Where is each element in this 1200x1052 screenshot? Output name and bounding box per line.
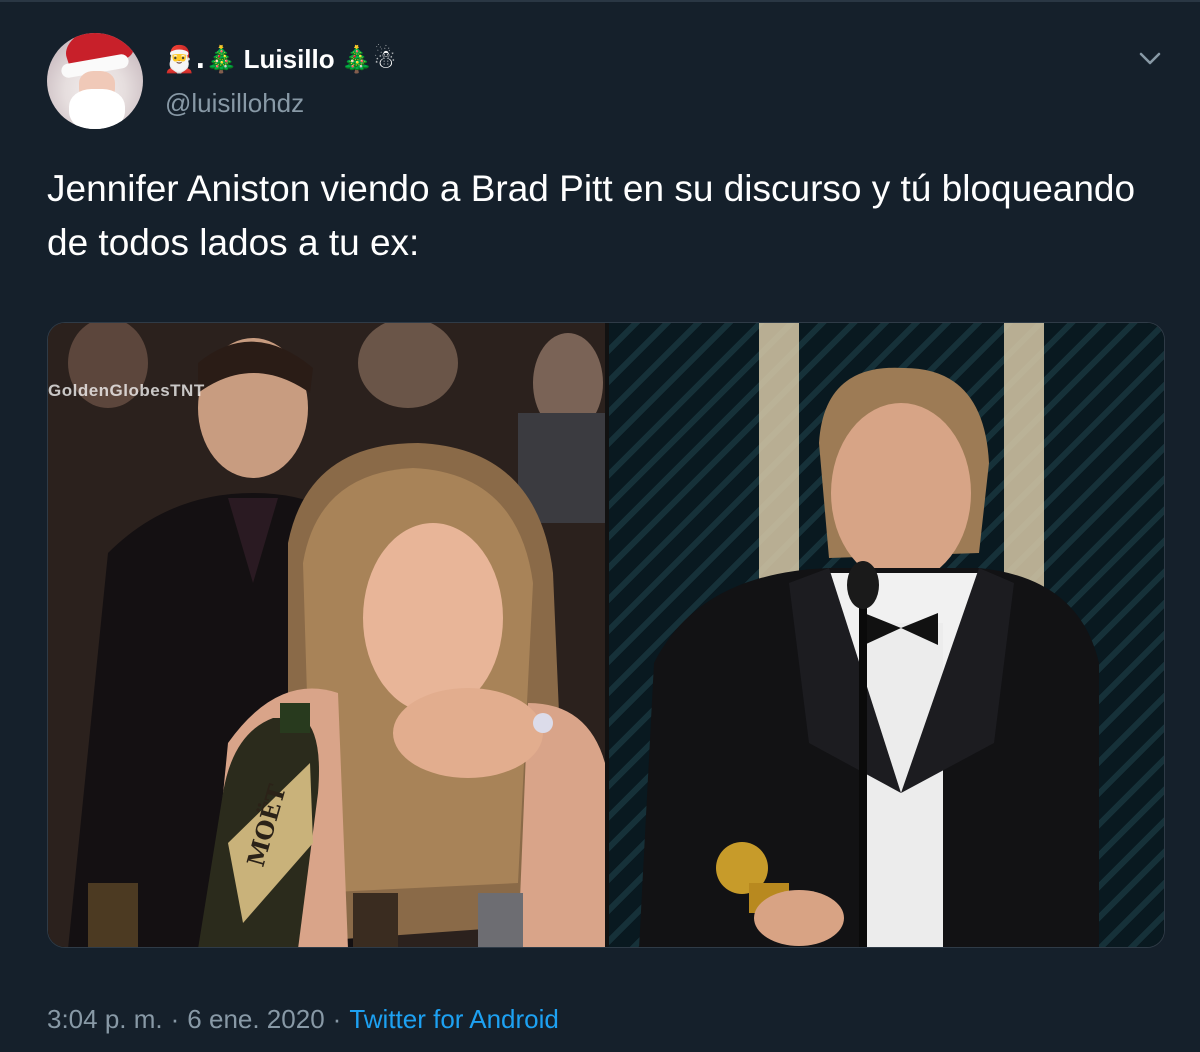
- bottle-label-text: MOËT: [241, 781, 292, 870]
- meta-separator: ·: [170, 1004, 180, 1034]
- name-suffix-emoji: 🎄☃: [340, 44, 397, 75]
- media-photo-right[interactable]: [609, 323, 1164, 947]
- tweet-time[interactable]: 3:04 p. m.: [47, 1004, 163, 1035]
- tweet-source-link[interactable]: Twitter for Android: [349, 1004, 559, 1035]
- author-handle[interactable]: @luisillohdz: [165, 88, 304, 119]
- media-photo-left[interactable]: GoldenGlobesTNT MOËT: [48, 323, 605, 947]
- author-display-name[interactable]: Luisillo: [244, 44, 335, 75]
- tweet-date[interactable]: 6 ene. 2020: [187, 1004, 324, 1035]
- chevron-down-icon[interactable]: [1136, 44, 1164, 72]
- tweet-card: 🎅.🎄 Luisillo 🎄☃ @luisillohdz Jennifer An…: [0, 0, 1200, 1052]
- santa-beard-shape: [69, 89, 125, 129]
- tweet-text: Jennifer Aniston viendo a Brad Pitt en s…: [47, 168, 1136, 263]
- author-name-row[interactable]: 🎅.🎄 Luisillo 🎄☃: [163, 44, 396, 75]
- tweet-media[interactable]: GoldenGlobesTNT MOËT: [47, 322, 1165, 948]
- bottle-label-layer: MOËT: [241, 781, 292, 870]
- speaker-scene: [609, 323, 1164, 947]
- tweet-meta: 3:04 p. m. · 6 ene. 2020 · Twitter for A…: [47, 1004, 559, 1035]
- author-avatar[interactable]: [47, 33, 143, 129]
- meta-separator-2: ·: [332, 1004, 342, 1034]
- name-prefix-emoji: 🎅.🎄: [163, 44, 238, 75]
